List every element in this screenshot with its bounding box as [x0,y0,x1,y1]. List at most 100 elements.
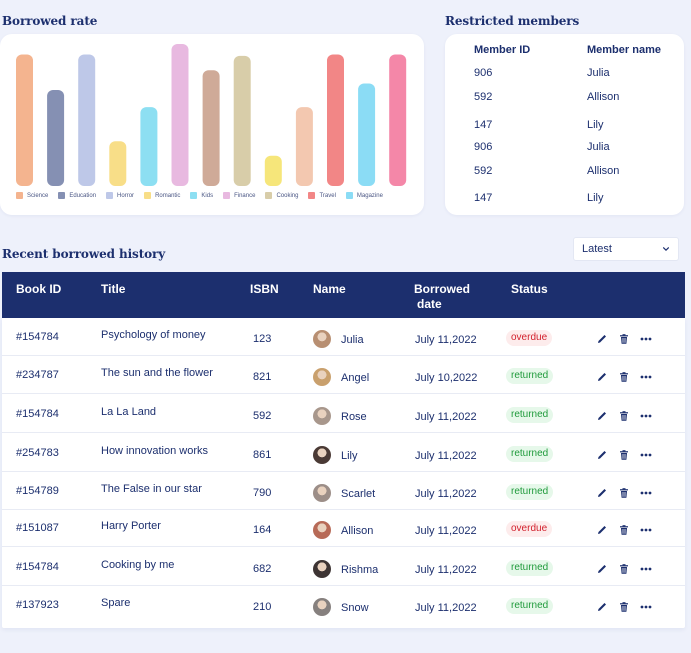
legend-label: Science [27,192,49,199]
book-id-cell: #154784 [16,561,59,573]
table-row[interactable]: #234787 The sun and the flower 821 Angel Jul… [2,356,685,394]
delete-icon[interactable] [618,448,630,460]
title-cell: How innovation works [101,445,208,457]
chart-bar [171,44,189,186]
edit-icon[interactable] [596,486,608,498]
legend-item: Cooking [265,192,298,199]
member-name-header: Member name [587,44,661,56]
more-icon[interactable] [640,600,652,612]
title-cell: Harry Porter [101,520,161,532]
more-icon[interactable] [640,409,652,421]
member-name-cell: Julia [587,67,610,79]
sort-dropdown[interactable]: Latest [573,237,679,261]
member-name-cell: Allison [587,91,620,103]
more-icon[interactable] [640,523,652,535]
history-section-title: Recent borrowed history [2,247,166,261]
edit-icon[interactable] [596,332,608,344]
isbn-cell: 790 [253,487,272,499]
member-name-cell: Lily [587,119,604,131]
restricted-members-card: Member ID Member name 906 Julia 592 Alli… [445,34,684,215]
title-cell: Psychology of money [101,329,206,341]
edit-icon[interactable] [596,370,608,382]
legend-item: Magazine [345,192,383,199]
legend-swatch [106,192,114,199]
borrowed-date-cell: July 11,2022 [415,525,477,537]
chart-bar [140,107,158,186]
delete-icon[interactable] [618,370,630,382]
more-icon[interactable] [640,332,652,344]
legend-label: Cooking [276,192,299,199]
name-cell: Snow [341,602,369,614]
status-badge: returned [506,560,554,576]
book-id-cell: #154784 [16,408,59,420]
legend-item: Education [58,192,96,199]
table-row[interactable]: #154789 The False in our star 790 Scarlet Ju… [2,472,685,510]
title-cell: Spare [101,597,131,609]
avatar [313,446,331,464]
borrowed-date-cell: July 11,2022 [415,488,477,500]
avatar [313,598,331,616]
borrowed-rate-chart [16,44,407,186]
name-cell: Lily [341,450,358,462]
table-row[interactable]: #254783 How innovation works 861 Lily July 1… [2,434,685,472]
legend-swatch [223,192,231,199]
chart-bar [327,54,344,186]
member-name-cell: Allison [587,165,620,177]
delete-icon[interactable] [618,332,630,344]
table-row[interactable]: #154784 La La Land 592 Rose July 11,2022 retu… [2,395,685,433]
chart-bar [109,141,127,186]
name-cell: Allison [341,525,374,537]
book-id-cell: #234787 [16,369,59,381]
more-icon[interactable] [640,448,652,460]
table-row[interactable]: #154784 Psychology of money 123 Julia July 1… [2,318,685,356]
borrowed-date-cell: July 10,2022 [415,372,478,384]
title-cell: The sun and the flower [101,367,213,379]
avatar [313,484,331,502]
member-id-cell: 906 [474,67,493,79]
legend-label: Horror [117,192,135,199]
delete-icon[interactable] [618,486,630,498]
chart-bar [358,83,376,186]
isbn-cell: 210 [253,601,272,613]
legend-swatch [58,192,66,199]
delete-icon[interactable] [618,562,630,574]
more-icon[interactable] [640,370,652,382]
table-header: Book ID Title ISBN Name Borrowed date St… [2,272,685,318]
legend-label: Kids [201,192,214,199]
col-title: Title [101,282,126,296]
chart-bar [389,54,407,186]
edit-icon[interactable] [596,600,608,612]
isbn-cell: 164 [253,524,272,536]
chart-bar [47,90,65,186]
member-id-cell: 592 [474,165,493,177]
delete-icon[interactable] [618,600,630,612]
chevron-down-icon [663,247,669,252]
table-row[interactable]: #137923 Spare 210 Snow July 11,2022 returned [2,586,685,624]
delete-icon[interactable] [618,523,630,535]
book-id-cell: #137923 [16,599,59,611]
edit-icon[interactable] [596,523,608,535]
col-borrowed-date: Borrowed date [414,282,470,312]
col-borrowed-date-line1: Borrowed [414,282,471,296]
delete-icon[interactable] [618,409,630,421]
isbn-cell: 821 [253,371,272,383]
status-badge: returned [506,407,554,423]
more-icon[interactable] [640,562,652,574]
more-icon[interactable] [640,486,652,498]
col-borrowed-date-line2: date [417,297,442,311]
table-row[interactable]: #154784 Cooking by me 682 Rishma July 11,202… [2,548,685,586]
title-cell: Cooking by me [101,559,175,571]
edit-icon[interactable] [596,562,608,574]
col-status: Status [511,282,548,296]
member-id-cell: 906 [474,141,493,153]
legend-swatch [265,192,273,199]
edit-icon[interactable] [596,448,608,460]
chart-bar [16,54,33,186]
status-badge: overdue [506,521,553,537]
name-cell: Scarlet [341,488,376,500]
avatar [313,560,331,578]
edit-icon[interactable] [596,409,608,421]
borrowed-date-cell: July 11,2022 [415,334,477,346]
table-row[interactable]: #151087 Harry Porter 164 Allison July 11,202… [2,509,685,547]
chart-legend: Science Education Horror Romantic Kids Financ… [16,192,416,199]
